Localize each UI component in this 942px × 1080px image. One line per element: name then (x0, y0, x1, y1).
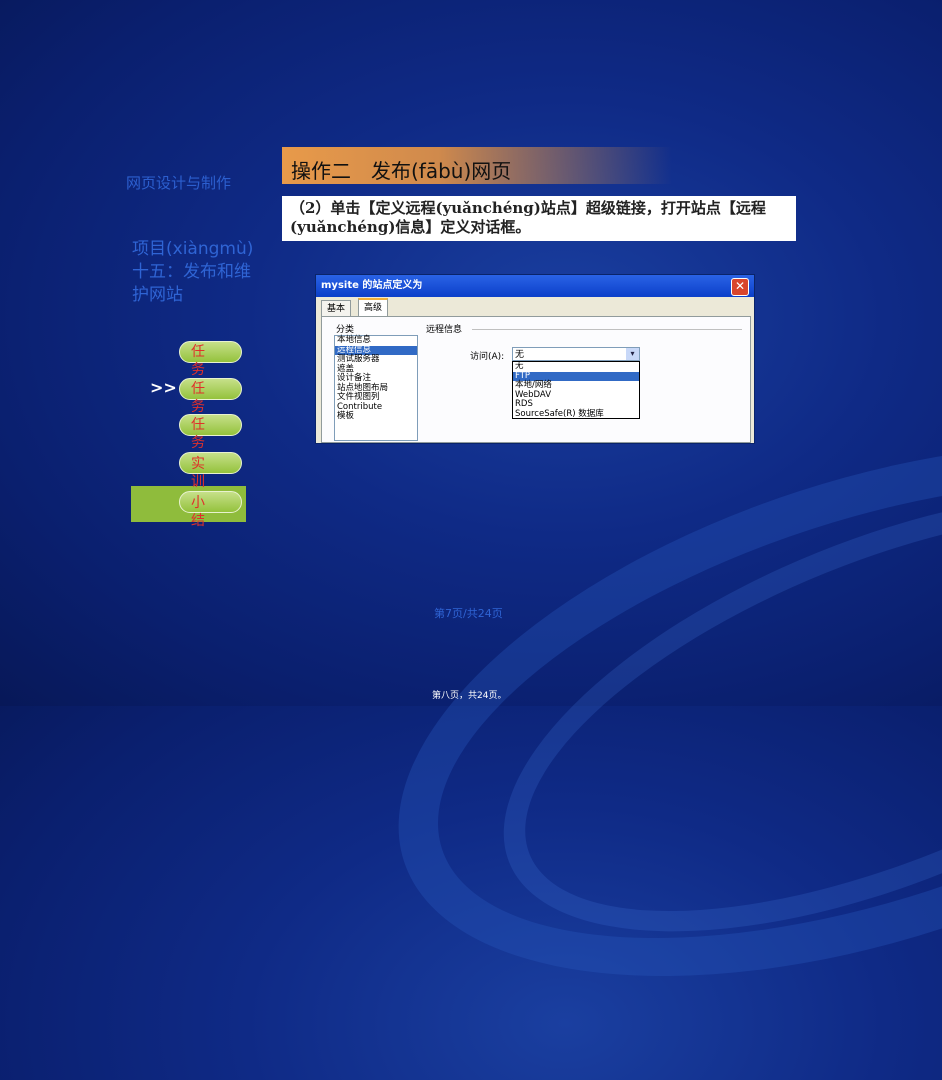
tab-advanced[interactable]: 高级 (358, 298, 389, 318)
instruction-text: （2）单击【定义远程(yuǎnchéng)站点】超级链接，打开站点【远程(yuǎ… (282, 196, 796, 241)
page-counter: 第7页/共24页 (434, 607, 503, 620)
current-arrow-icon: >> (150, 378, 177, 397)
dialog-title-bar: mysite 的站点定义为 ✕ (316, 275, 754, 297)
nav-task-3-button[interactable] (179, 414, 242, 436)
site-definition-dialog: mysite 的站点定义为 ✕ 基本 高级 分类 本地信息 远程信息 测试服务器… (315, 274, 755, 444)
nav-summary-label[interactable]: 小结 (191, 494, 207, 530)
dialog-title: mysite 的站点定义为 (321, 280, 423, 291)
bottom-note: 第八页，共24页。 (432, 691, 507, 701)
nav-summary-button[interactable] (179, 491, 242, 513)
dropdown-option[interactable]: SourceSafe(R) 数据库 (513, 409, 639, 420)
access-label: 访问(A): (470, 352, 505, 362)
access-select-value: 无 (515, 350, 525, 360)
close-icon[interactable]: ✕ (731, 278, 749, 296)
tab-panel: 分类 本地信息 远程信息 测试服务器 遮盖 设计备注 站点地图布局 文件视图列 … (321, 316, 751, 443)
background-swoosh (444, 401, 942, 1023)
section-label: 远程信息 (426, 325, 463, 335)
category-item[interactable]: 模板 (335, 411, 417, 422)
project-title: 项目(xiàngmù)十五：发布和维护网站 (132, 239, 254, 305)
tab-basic[interactable]: 基本 (321, 300, 352, 317)
nav-task-2-button[interactable] (179, 378, 242, 400)
access-dropdown-list[interactable]: 无 FTP 本地/网络 WebDAV RDS SourceSafe(R) 数据库 (512, 361, 640, 419)
nav-task-1-button[interactable] (179, 341, 242, 363)
category-label: 分类 (336, 325, 355, 335)
chevron-down-icon[interactable]: ▾ (626, 348, 639, 360)
background-swoosh (332, 339, 942, 1080)
nav-practice-label[interactable]: 实训 (191, 455, 207, 491)
access-select[interactable]: 无 ▾ (512, 347, 640, 361)
section-divider (472, 329, 742, 330)
nav-practice-button[interactable] (179, 452, 242, 474)
dropdown-option[interactable]: 无 (513, 361, 639, 372)
category-list[interactable]: 本地信息 远程信息 测试服务器 遮盖 设计备注 站点地图布局 文件视图列 Con… (334, 335, 418, 441)
operation-title: 操作二 发布(fābù)网页 (291, 159, 512, 183)
operation-title-bar: 操作二 发布(fābù)网页 (282, 147, 672, 184)
course-title: 网页设计与制作 (126, 174, 232, 192)
